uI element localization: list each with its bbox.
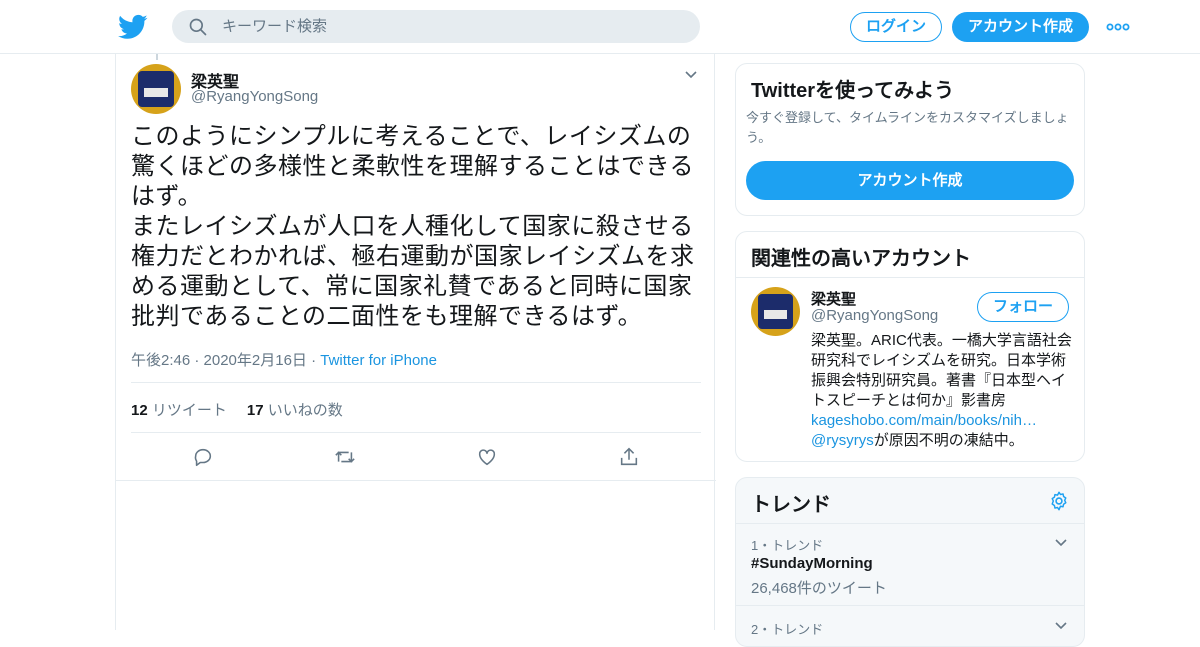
reply-icon[interactable] (192, 446, 214, 468)
divider (131, 382, 701, 383)
retweet-label: リツイート (151, 402, 227, 419)
bio-text: 梁英聖。ARIC代表。一橋大学言語社会研究科でレイシズムを研究。日本学術振興会特… (811, 332, 1072, 409)
avatar[interactable] (131, 64, 181, 114)
trend-count: 26,468件のツイート (751, 580, 887, 597)
gear-icon[interactable] (1048, 490, 1070, 512)
tweet-source-link[interactable]: Twitter for iPhone (320, 352, 437, 369)
signup-card: Twitterを使ってみよう 今すぐ登録して、タイムラインをカスタマイズしましょ… (735, 63, 1085, 216)
divider (736, 605, 1084, 606)
thread-line (156, 54, 158, 60)
trend-name[interactable]: #SundayMorning (751, 555, 873, 572)
like-count: 17 (246, 402, 264, 419)
like-icon[interactable] (476, 446, 498, 468)
top-bar: ログイン アカウント作成 (0, 0, 1200, 54)
trends-card-title: トレンド (751, 494, 831, 516)
retweet-stat[interactable]: 12 リツイート (131, 402, 227, 419)
follow-button[interactable]: フォロー (977, 292, 1069, 322)
signup-button[interactable]: アカウント作成 (952, 12, 1089, 42)
like-stat[interactable]: 17 いいねの数 (247, 402, 343, 419)
search-input[interactable] (222, 10, 682, 43)
trends-card: トレンド 1・トレンド #SundayMorning 26,468件のツイート … (735, 477, 1085, 647)
tweet-column: 梁英聖 @RyangYongSong このようにシンプルに考えることで、レイシズ… (115, 54, 716, 630)
signup-card-button[interactable]: アカウント作成 (746, 161, 1074, 200)
bio-link[interactable]: kageshobo.com/main/books/nih… (811, 412, 1037, 429)
related-account-bio: 梁英聖。ARIC代表。一橋大学言語社会研究科でレイシズムを研究。日本学術振興会特… (811, 331, 1073, 451)
avatar[interactable] (751, 287, 800, 336)
bio-mention[interactable]: @rysyrys (811, 432, 874, 449)
author-handle[interactable]: @RyangYongSong (191, 88, 318, 105)
retweet-count: 12 (131, 402, 148, 419)
related-accounts-card: 関連性の高いアカウント 梁英聖 @RyangYongSong フォロー 梁英聖。… (735, 231, 1085, 462)
trend-meta: 1・トレンド (751, 538, 824, 553)
chevron-down-icon[interactable] (684, 70, 698, 80)
tweet-timestamp[interactable]: 午後2:46 · 2020年2月16日 · (131, 352, 320, 369)
divider (131, 432, 701, 433)
search-box[interactable] (172, 10, 700, 43)
related-card-title: 関連性の高いアカウント (751, 248, 971, 270)
divider (736, 277, 1084, 278)
chevron-down-icon[interactable] (1054, 538, 1068, 548)
divider (116, 480, 716, 481)
retweet-icon[interactable] (334, 446, 356, 468)
related-account-handle[interactable]: @RyangYongSong (811, 307, 938, 324)
signup-card-title: Twitterを使ってみよう (751, 80, 955, 102)
share-icon[interactable] (618, 446, 640, 468)
tweet-stats: 12 リツイート 17 いいねの数 (131, 399, 343, 420)
tweet-meta: 午後2:46 · 2020年2月16日 · Twitter for iPhone (131, 349, 437, 370)
twitter-bird-icon[interactable] (118, 12, 148, 42)
tweet-text: このようにシンプルに考えることで、レイシズムの驚くほどの多様性と柔軟性を理解する… (131, 123, 695, 330)
search-icon (189, 18, 207, 36)
login-button[interactable]: ログイン (850, 12, 942, 42)
more-dots-icon[interactable] (1106, 18, 1130, 36)
like-label: いいねの数 (267, 402, 343, 419)
trend-meta: 2・トレンド (751, 622, 824, 637)
signup-card-description: 今すぐ登録して、タイムラインをカスタマイズしましょう。 (746, 110, 1069, 145)
divider (736, 523, 1084, 524)
related-account-name[interactable]: 梁英聖 (811, 288, 856, 309)
bio-suffix: が原因不明の凍結中。 (873, 432, 1024, 449)
